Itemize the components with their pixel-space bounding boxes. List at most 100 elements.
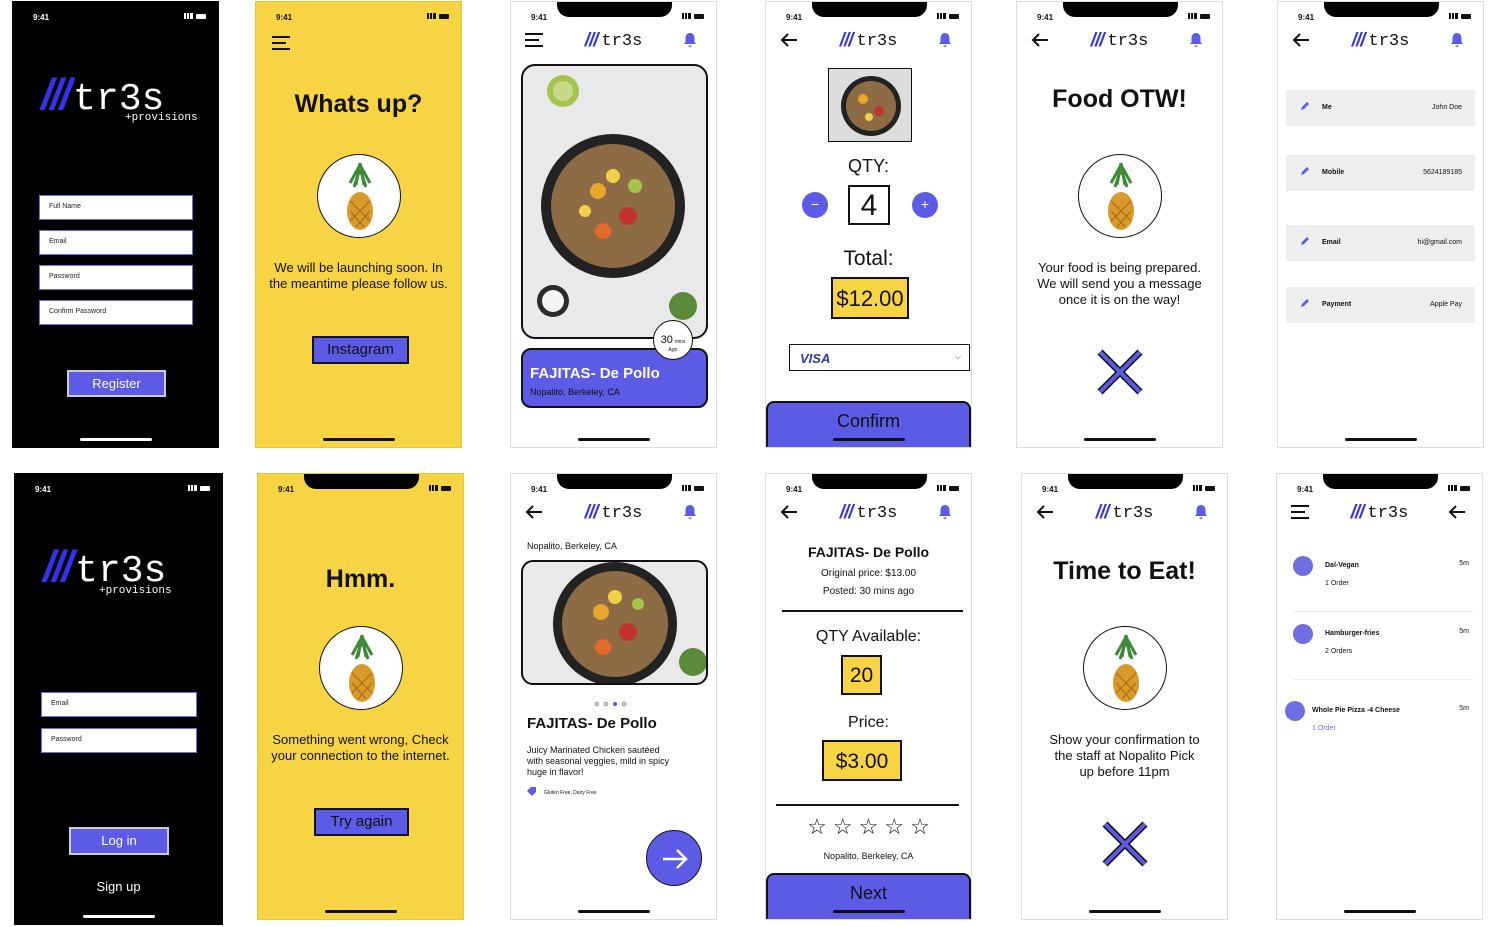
logo-slashes: ///	[584, 30, 599, 51]
carousel-dot[interactable]	[622, 702, 626, 706]
brand-logo: ///tr3s	[840, 502, 898, 524]
star-rating[interactable]: ☆ ☆ ☆ ☆ ☆	[766, 814, 971, 840]
profile-row-mobile[interactable]: Mobile 5624189185	[1286, 155, 1475, 191]
bell-icon[interactable]	[1449, 32, 1471, 52]
back-arrow-icon[interactable]	[1448, 504, 1470, 524]
order-count: 2 Orders	[1325, 648, 1353, 655]
qty-plus-button[interactable]: +	[912, 192, 938, 218]
tag-icon	[527, 787, 536, 798]
next-arrow-button[interactable]	[646, 830, 702, 886]
logo-slashes: ///	[584, 502, 599, 523]
order-name: Whole Pie Pizza -4 Cheese	[1312, 707, 1400, 714]
bell-icon[interactable]	[937, 504, 959, 524]
email-field[interactable]: Email	[41, 692, 197, 717]
qty-minus-button[interactable]: −	[802, 192, 828, 218]
status-icons	[1449, 13, 1471, 19]
menu-icon[interactable]	[272, 36, 290, 50]
home-indicator	[832, 438, 905, 441]
star-icon[interactable]: ☆	[910, 814, 930, 840]
star-icon[interactable]: ☆	[833, 814, 853, 840]
profile-value: hi@gmail.com	[1417, 239, 1462, 246]
profile-row-me[interactable]: Me John Doe	[1286, 90, 1475, 126]
back-arrow-icon[interactable]	[780, 504, 802, 524]
register-button[interactable]: Register	[67, 370, 166, 397]
password-field[interactable]: Password	[41, 728, 197, 753]
home-indicator	[322, 438, 395, 441]
menu-icon[interactable]	[525, 32, 547, 52]
pineapple-image	[318, 626, 403, 710]
password-field[interactable]: Password	[39, 265, 193, 290]
app-header: ///tr3s	[766, 28, 971, 56]
signup-link[interactable]: Sign up	[15, 879, 222, 894]
email-field[interactable]: Email	[39, 230, 193, 255]
profile-row-payment[interactable]: Payment Apple Pay	[1286, 287, 1475, 323]
order-item[interactable]: Hamburger-fries 2 Orders 5m	[1293, 620, 1474, 680]
carousel-dot[interactable]	[595, 702, 599, 706]
close-x-icon[interactable]	[1096, 348, 1144, 396]
whatsup-body: We will be launching soon. In the meanti…	[269, 260, 448, 291]
login-button[interactable]: Log in	[69, 827, 169, 855]
status-time: 9:41	[1297, 485, 1314, 494]
pencil-icon[interactable]	[1300, 102, 1309, 113]
carousel-dots[interactable]	[595, 702, 626, 706]
bell-icon[interactable]	[1193, 504, 1215, 524]
status-icons	[427, 13, 449, 19]
order-name: Hamburger-fries	[1325, 630, 1380, 637]
instagram-button[interactable]: Instagram	[312, 336, 409, 364]
posted-time: Posted: 30 mins ago	[822, 586, 915, 597]
logo-slashes: ///	[1090, 30, 1105, 51]
bell-icon[interactable]	[682, 504, 704, 524]
order-time: 5m	[1459, 560, 1469, 567]
error-screen: 9:41 Hmm. Something went wrong, Check yo…	[257, 473, 464, 920]
bell-icon[interactable]	[937, 32, 959, 52]
home-indicator	[324, 910, 397, 913]
confirm-password-field[interactable]: Confirm Password	[39, 300, 193, 325]
carousel-dot[interactable]	[604, 702, 608, 706]
card-select[interactable]: VISA ⌵	[789, 344, 970, 371]
app-header: ///tr3s	[1277, 500, 1482, 528]
food-photo[interactable]	[521, 560, 708, 685]
carousel-dot-active[interactable]	[613, 702, 617, 706]
badge-ago: Ago	[668, 347, 678, 353]
pencil-icon[interactable]	[1300, 167, 1309, 178]
status-time: 9:41	[1298, 13, 1315, 22]
order-item[interactable]: Whole Pie Pizza -4 Cheese 1 Order 5m	[1285, 697, 1474, 757]
try-again-button[interactable]: Try again	[314, 808, 409, 836]
brand-logo: ///tr3s	[1352, 30, 1410, 52]
page-title: Hmm.	[325, 565, 396, 593]
back-arrow-icon[interactable]	[780, 32, 802, 52]
profile-key: Me	[1322, 104, 1332, 111]
whatsup-screen: 9:41 Whats up? We will be launching soon…	[255, 1, 462, 448]
login-screen: 9:41 /// tr3s +provisions Email Password…	[14, 473, 223, 925]
profile-row-email[interactable]: Email hi@gmail.com	[1286, 225, 1475, 261]
pineapple-image	[1077, 154, 1162, 238]
profile-key: Payment	[1322, 301, 1352, 308]
bell-icon[interactable]	[1188, 32, 1210, 52]
star-icon[interactable]: ☆	[859, 814, 879, 840]
pencil-icon[interactable]	[1300, 299, 1309, 310]
home-indicator	[1343, 910, 1416, 913]
star-icon[interactable]: ☆	[807, 814, 827, 840]
logo-name: tr3s	[601, 31, 643, 51]
brand-logo: ///tr3s	[1351, 502, 1409, 524]
menu-icon[interactable]	[1291, 504, 1313, 524]
pencil-icon[interactable]	[1300, 237, 1309, 248]
back-arrow-icon[interactable]	[1292, 32, 1314, 52]
status-time: 9:41	[531, 485, 548, 494]
status-time: 9:41	[531, 13, 548, 22]
food-photo[interactable]	[521, 64, 708, 339]
pineapple-image	[316, 154, 401, 238]
qty-value: 4	[848, 185, 890, 225]
bell-icon[interactable]	[682, 32, 704, 52]
close-x-icon[interactable]	[1101, 820, 1149, 868]
order-item[interactable]: Dal-Vegan 1 Order 5m	[1293, 552, 1474, 612]
full-name-field[interactable]: Full Name	[39, 195, 193, 220]
arrow-right-icon	[663, 849, 688, 869]
back-arrow-icon[interactable]	[1036, 504, 1058, 524]
status-icons	[937, 485, 959, 491]
back-arrow-icon[interactable]	[1031, 32, 1053, 52]
status-icons	[1448, 485, 1470, 491]
star-icon[interactable]: ☆	[884, 814, 904, 840]
app-header: ///tr3s	[511, 500, 716, 528]
back-arrow-icon[interactable]	[525, 504, 547, 524]
